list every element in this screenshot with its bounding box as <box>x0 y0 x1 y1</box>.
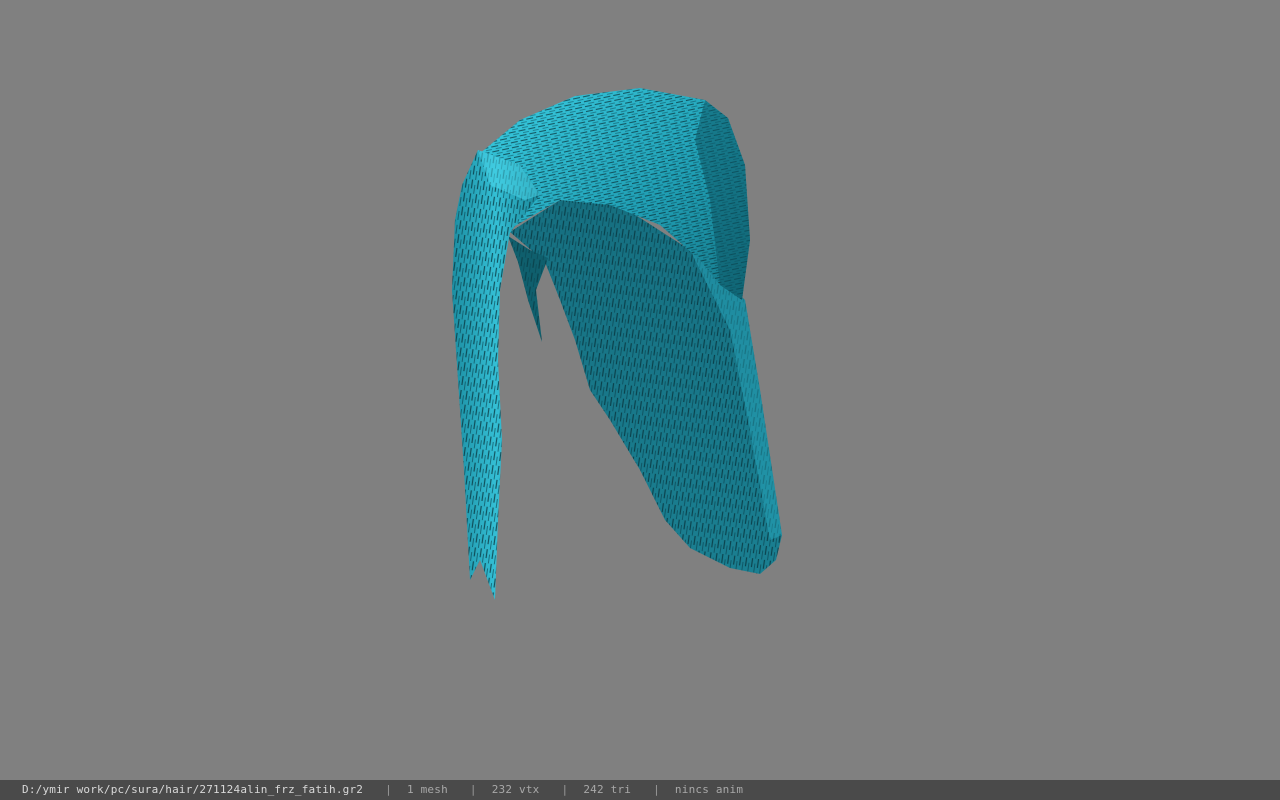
status-separator: | <box>385 783 392 796</box>
vertex-count-label: 232 vtx <box>491 783 540 796</box>
hair-model-render <box>452 88 782 600</box>
animation-status-label: nincs anim <box>674 783 744 796</box>
3d-viewport[interactable] <box>0 0 1280 780</box>
file-path-label: D:/ymir work/pc/sura/hair/271124alin_frz… <box>22 783 364 796</box>
status-bar: D:/ymir work/pc/sura/hair/271124alin_frz… <box>0 780 1280 800</box>
status-separator: | <box>469 783 477 796</box>
triangle-count-label: 242 tri <box>583 783 632 796</box>
mesh-count-label: 1 mesh <box>406 783 448 796</box>
status-separator: | <box>653 783 660 796</box>
status-separator: | <box>561 783 569 796</box>
